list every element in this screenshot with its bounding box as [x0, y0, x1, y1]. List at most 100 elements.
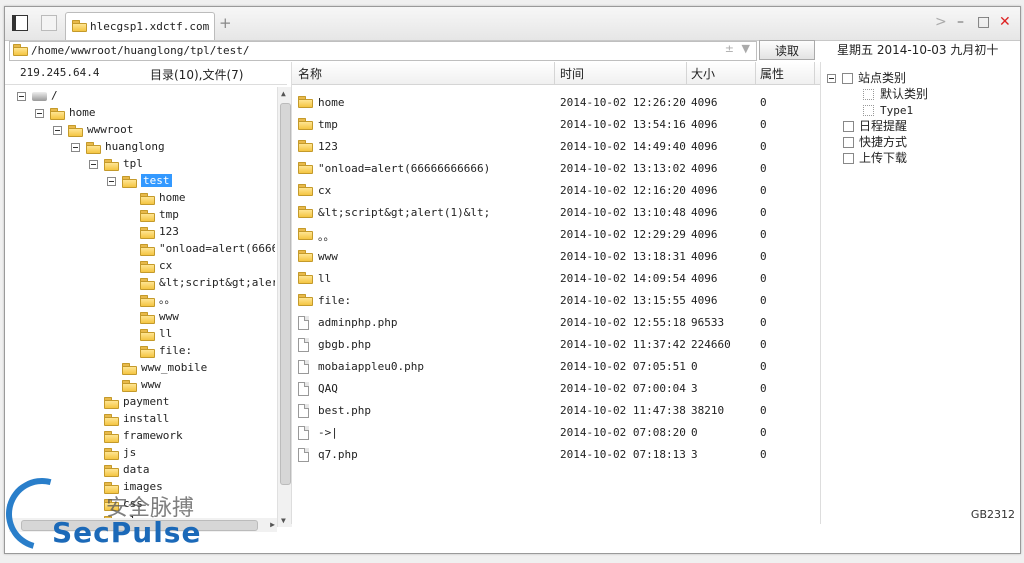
tree-node[interactable]: ll — [125, 326, 172, 342]
tree-node[interactable]: "onload=alert(66666666666) — [125, 241, 275, 257]
hand-icon — [843, 137, 854, 148]
file-row[interactable]: home 2014-10-02 12:26:20 4096 0 — [292, 92, 820, 114]
file-name: q7.php — [318, 448, 358, 461]
collapse-icon[interactable] — [17, 91, 26, 101]
collapse-icon[interactable] — [53, 125, 62, 135]
default-category-node[interactable]: 默认类别 — [863, 86, 928, 102]
site-category-node[interactable]: 站点类别 — [827, 70, 906, 86]
tree-node-label: huanglong — [105, 140, 165, 153]
file-attr: 0 — [760, 382, 767, 395]
minimize-button[interactable]: – — [957, 14, 964, 30]
maximize-button[interactable]: □ — [977, 14, 990, 30]
tab-active[interactable]: hlecgsp1.xdctf.com — [65, 12, 215, 40]
tree-node[interactable]: tmp — [125, 207, 179, 223]
folder-icon — [13, 44, 28, 56]
chevron-right-icon[interactable]: > — [935, 14, 947, 30]
tree-node[interactable]: / — [17, 88, 58, 104]
file-row[interactable]: &lt;script&gt;alert(1)&lt; 2014-10-02 13:… — [292, 202, 820, 224]
file-row[interactable]: q7.php 2014-10-02 07:18:13 3 0 — [292, 444, 820, 466]
encoding-indicator[interactable]: GB2312 — [971, 508, 1015, 521]
file-row[interactable]: mobaiappleu0.php 2014-10-02 07:05:51 0 0 — [292, 356, 820, 378]
folder-icon — [104, 464, 119, 477]
tree-node[interactable]: 。。 — [125, 292, 176, 308]
tree-node[interactable]: tpl — [89, 156, 143, 172]
tree-node[interactable]: payment — [89, 394, 169, 410]
file-name: QAQ — [318, 382, 338, 395]
category-item-icon — [863, 105, 874, 116]
file-time: 2014-10-02 07:18:13 — [560, 448, 686, 461]
file-row[interactable]: ->| 2014-10-02 07:08:20 0 0 — [292, 422, 820, 444]
file-size: 96533 — [691, 316, 725, 329]
tree-node[interactable]: file: — [125, 343, 192, 359]
panel-toggle-icon[interactable] — [12, 15, 28, 31]
collapse-icon[interactable] — [827, 74, 836, 83]
updown-arrow-icon[interactable]: ± — [725, 42, 734, 55]
header-name[interactable]: 名称 — [298, 65, 322, 82]
tree-node[interactable]: www — [125, 309, 179, 325]
file-row[interactable]: www 2014-10-02 13:18:31 4096 0 — [292, 246, 820, 268]
file-row[interactable]: 123 2014-10-02 14:49:40 4096 0 — [292, 136, 820, 158]
file-row[interactable]: QAQ 2014-10-02 07:00:04 3 0 — [292, 378, 820, 400]
file-row[interactable]: tmp 2014-10-02 13:54:16 4096 0 — [292, 114, 820, 136]
file-size: 3 — [691, 382, 698, 395]
tree-node[interactable]: www — [107, 377, 161, 393]
tree-node[interactable]: test — [107, 173, 172, 189]
file-time: 2014-10-02 07:00:04 — [560, 382, 686, 395]
collapse-icon[interactable] — [89, 159, 98, 169]
file-attr: 0 — [760, 206, 767, 219]
tree-node[interactable]: www_mobile — [107, 360, 207, 376]
file-row[interactable]: ll 2014-10-02 14:09:54 4096 0 — [292, 268, 820, 290]
tree-node[interactable]: wwwroot — [53, 122, 133, 138]
collapse-icon[interactable] — [107, 176, 116, 186]
file-row[interactable]: cx 2014-10-02 12:16:20 4096 0 — [292, 180, 820, 202]
tree-node[interactable]: huanglong — [71, 139, 165, 155]
tree-node[interactable]: install — [89, 411, 169, 427]
tree-vertical-scrollbar[interactable]: ▲ ▼ — [277, 87, 292, 527]
close-button[interactable]: ✕ — [999, 14, 1011, 30]
tree-node-label: &lt;script&gt;alert(1)&lt; — [159, 276, 275, 289]
collapse-icon[interactable] — [71, 142, 80, 152]
address-path[interactable]: /home/wwwroot/huanglong/tpl/test/ — [31, 44, 250, 57]
upload-download-label: 上传下载 — [859, 151, 908, 165]
file-row[interactable]: best.php 2014-10-02 11:47:38 38210 0 — [292, 400, 820, 422]
header-size[interactable]: 大小 — [691, 65, 715, 82]
file-time: 2014-10-02 12:26:20 — [560, 96, 686, 109]
tree-node-label: www_mobile — [141, 361, 208, 374]
file-row[interactable]: gbgb.php 2014-10-02 11:37:42 224660 0 — [292, 334, 820, 356]
scroll-up-icon[interactable]: ▲ — [281, 89, 286, 98]
upload-download-node[interactable]: 上传下载 — [843, 150, 907, 166]
file-row[interactable]: file: 2014-10-02 13:15:55 4096 0 — [292, 290, 820, 312]
file-time: 2014-10-02 12:29:29 — [560, 228, 686, 241]
schedule-node[interactable]: 日程提醒 — [843, 118, 907, 134]
blank-tab-icon[interactable] — [41, 15, 57, 31]
new-tab-button[interactable]: + — [219, 14, 232, 32]
shortcut-node[interactable]: 快捷方式 — [843, 134, 907, 150]
tree-node[interactable]: framework — [89, 428, 183, 444]
scroll-thumb[interactable] — [280, 103, 291, 485]
address-bar[interactable]: /home/wwwroot/huanglong/tpl/test/ ± ▼ — [9, 41, 757, 61]
collapse-icon[interactable] — [35, 108, 44, 118]
tree-node[interactable]: home — [35, 105, 96, 121]
file-name: www — [318, 250, 338, 263]
scroll-right-icon[interactable]: ▶ — [270, 520, 275, 529]
header-attr[interactable]: 属性 — [760, 65, 784, 82]
schedule-label: 日程提醒 — [859, 119, 908, 133]
date-line: 星期五 2014-10-03 九月初十 — [837, 43, 999, 57]
scroll-down-icon[interactable]: ▼ — [281, 516, 286, 525]
tree-node[interactable]: cx — [125, 258, 172, 274]
file-size: 224660 — [691, 338, 731, 351]
tree-node-label: test — [141, 174, 172, 187]
tree-node[interactable]: home — [125, 190, 186, 206]
server-ip: 219.245.64.4 — [20, 66, 100, 79]
tree-node[interactable]: js — [89, 445, 136, 461]
type1-node[interactable]: Type1 — [863, 102, 913, 118]
file-row[interactable]: "onload=alert(66666666666) 2014-10-02 13:… — [292, 158, 820, 180]
tree-node[interactable]: &lt;script&gt;alert(1)&lt; — [125, 275, 275, 291]
file-row[interactable]: 。。 2014-10-02 12:29:29 4096 0 — [292, 224, 820, 246]
read-button[interactable]: 读取 — [759, 40, 815, 60]
file-row[interactable]: adminphp.php 2014-10-02 12:55:18 96533 0 — [292, 312, 820, 334]
chevron-down-icon[interactable]: ▼ — [742, 42, 750, 55]
header-time[interactable]: 时间 — [560, 65, 584, 82]
tree-node[interactable]: 123 — [125, 224, 179, 240]
file-size: 4096 — [691, 294, 718, 307]
